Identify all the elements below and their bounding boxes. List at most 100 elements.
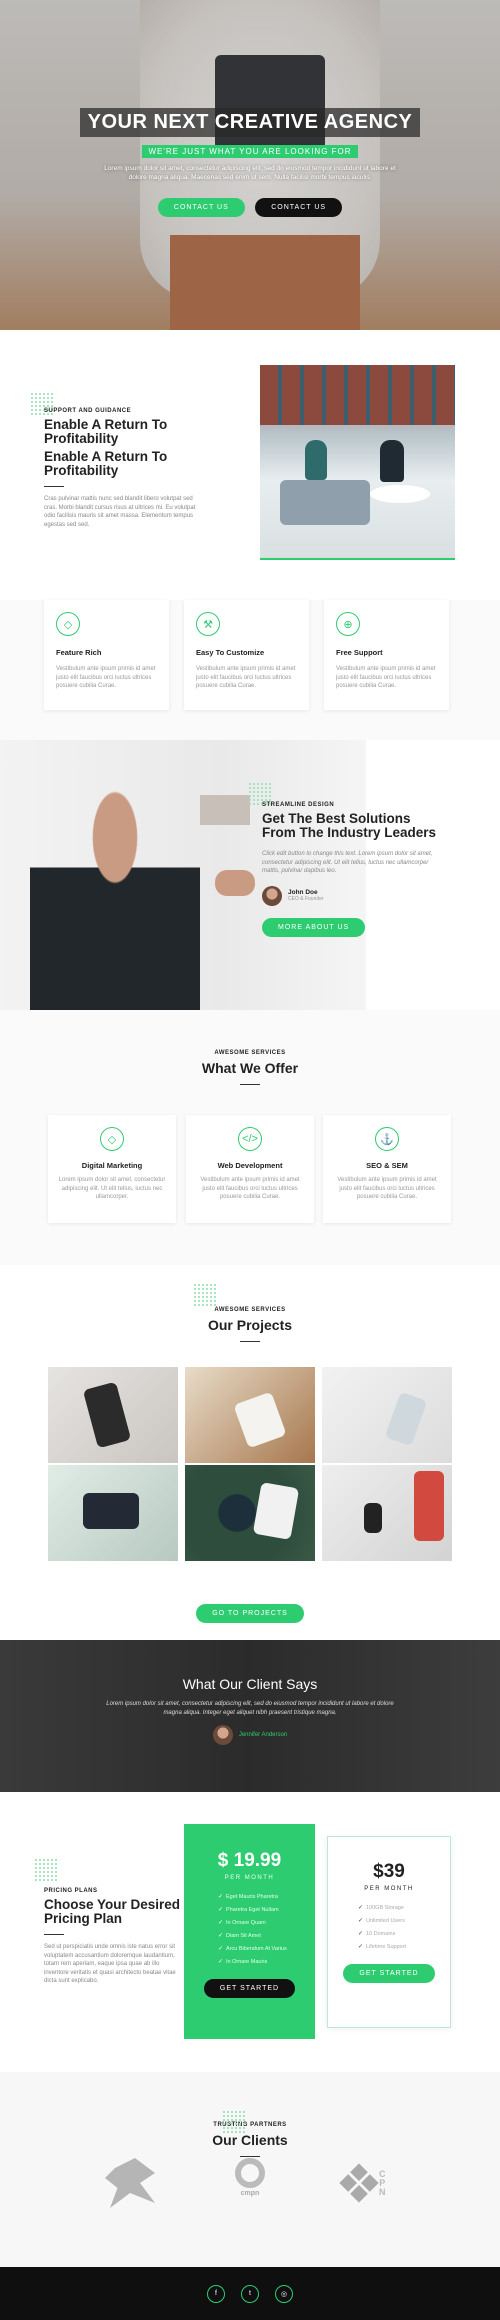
plan-period: PER MONTH (364, 1886, 414, 1892)
service-card: ⚓ SEO & SEM Vestibulum ante ipsum primis… (323, 1115, 451, 1223)
divider (44, 1934, 64, 1935)
projects-kicker: AWESOME SERVICES (214, 1307, 286, 1313)
check-icon: ✓ (218, 1946, 224, 1952)
hero-description: Lorem ipsum dolor sit amet, consectetur … (104, 165, 396, 181)
services-section: AWESOME SERVICES What We Offer ◇ Digital… (0, 1010, 500, 1265)
feature-title: Easy To Customize (196, 648, 265, 657)
check-icon: ✓ (218, 1959, 224, 1965)
clients-kicker: TRUSTING PARTNERS (213, 2122, 287, 2128)
get-started-button[interactable]: GET STARTED (203, 1979, 296, 1998)
author-name: John Doe (288, 889, 318, 896)
features-section: ◇ Feature Rich Vestibulum ante ipsum pri… (0, 600, 500, 740)
check-icon: ✓ (358, 1918, 364, 1924)
anchor-icon: ⚓ (375, 1127, 399, 1151)
pricing-section: PRICING PLANS Choose Your Desired Pricin… (0, 1792, 500, 2072)
pricing-plan: $39 PER MONTH ✓ 100GB Storage ✓ Unlimited … (327, 1836, 451, 2028)
feature-title: Feature Rich (56, 648, 102, 657)
about-title-2: Enable A Return To Profitability (44, 449, 168, 478)
hero-content: YOUR NEXT CREATIVE AGENCY WE'RE JUST WHA… (0, 108, 500, 217)
feature-body: Vestibulum ante ipsum primis id amet jus… (336, 666, 436, 689)
diamond-icon: ◇ (100, 1127, 124, 1151)
plan-feature: ✓ Pharetra Eget Nullam (218, 1904, 315, 1917)
client-logos: cmpn C P N (0, 2158, 500, 2208)
feature-card: ⊕ Free Support Vestibulum ante ipsum pri… (324, 600, 449, 710)
divider (240, 1084, 260, 1085)
project-image-desk[interactable] (322, 1367, 452, 1463)
more-about-us-button[interactable]: MORE ABOUT US (262, 917, 366, 937)
feature-body: Vestibulum ante ipsum primis id amet jus… (196, 666, 296, 689)
testimonial-quote: Lorem ipsum dolor sit amet, consectetur … (106, 1701, 394, 1716)
plan-feature: ✓ 10 Domains (358, 1928, 450, 1941)
feature-body: Vestibulum ante ipsum primis id amet jus… (56, 666, 156, 689)
author-role: CEO & Founder (288, 896, 324, 902)
facebook-icon[interactable]: f (207, 2284, 225, 2303)
contact-us-dark-button[interactable]: CONTACT US (255, 198, 343, 217)
testimonial-name: Jennifer Anderson (238, 1732, 288, 1738)
plan-feature: ✓ Arcu Bibendum At Varius (218, 1943, 315, 1956)
pricing-plan-featured: $ 19.99 PER MONTH ✓ Eget Mauris Pharetra … (184, 1824, 315, 2039)
pricing-body: Sed ut perspiciatis unde omnis iste natu… (44, 1944, 176, 1984)
author: John Doe CEO & Founder (262, 885, 442, 906)
diamond-icon: ◇ (56, 612, 80, 636)
feature-card: ◇ Feature Rich Vestibulum ante ipsum pri… (44, 600, 169, 710)
about-title-1: Enable A Return To Profitability (44, 417, 168, 446)
contact-us-button[interactable]: CONTACT US (157, 198, 245, 217)
project-image-notebooks[interactable] (185, 1367, 315, 1463)
plan-price: $ 19.99 (217, 1850, 282, 1871)
pricing-kicker: PRICING PLANS (44, 1888, 98, 1894)
service-title: SEO & SEM (366, 1161, 408, 1170)
footer: f t ◎ (0, 2267, 500, 2320)
client-logo-cpn: C P N (345, 2158, 395, 2208)
service-body: Vestibulum ante ipsum primis id amet jus… (337, 1177, 437, 1200)
twitter-icon[interactable]: t (241, 2284, 259, 2303)
projects-title: Our Projects (207, 1317, 293, 1333)
instagram-icon[interactable]: ◎ (275, 2284, 293, 2303)
divider (44, 486, 64, 487)
hero-subtitle: WE'RE JUST WHAT YOU ARE LOOKING FOR (142, 145, 358, 158)
project-image-laptop[interactable] (48, 1465, 178, 1561)
plan-features: ✓ 100GB Storage ✓ Unlimited Users ✓ 10 Doma… (358, 1902, 450, 1954)
about-section: SUPPORT AND GUIDANCE Enable A Return To … (0, 330, 500, 600)
plan-price: $39 (373, 1861, 405, 1882)
project-image-coffee[interactable] (185, 1465, 315, 1561)
streamline-body: Click edit button to change this text. L… (262, 851, 433, 874)
projects-section: AWESOME SERVICES Our Projects GO TO PROJ… (0, 1265, 500, 1640)
avatar (262, 885, 282, 906)
plan-features: ✓ Eget Mauris Pharetra ✓ Pharetra Eget Nul… (218, 1891, 315, 1969)
plan-feature: ✓ Unlimited Users (358, 1915, 450, 1928)
streamline-title: Get The Best Solutions From The Industry… (262, 811, 437, 840)
check-icon: ✓ (218, 1920, 224, 1926)
clients-title: Our Clients (212, 2132, 288, 2148)
plan-feature: ✓ Eget Mauris Pharetra (218, 1891, 315, 1904)
go-to-projects-button[interactable]: GO TO PROJECTS (196, 1604, 304, 1623)
services-title: What We Offer (201, 1060, 299, 1076)
project-image-poster[interactable] (322, 1465, 452, 1561)
plan-feature: ✓ In Ornare Quam (218, 1917, 315, 1930)
service-card: ◇ Digital Marketing Lorem ipsum dolor si… (48, 1115, 176, 1223)
decor-dots (222, 2110, 246, 2134)
decor-dots (193, 1283, 217, 1307)
check-icon: ✓ (358, 1931, 364, 1937)
plan-period: PER MONTH (224, 1875, 275, 1881)
project-gallery (48, 1367, 452, 1561)
divider (240, 1341, 260, 1342)
client-logo-bird (105, 2158, 155, 2208)
testimonial-title: What Our Client Says (182, 1676, 318, 1692)
about-body: Cras pulvinar mattis nunc sed blandit li… (44, 496, 196, 528)
project-image-phone[interactable] (48, 1367, 178, 1463)
avatar (212, 1725, 233, 1745)
plan-feature: ✓ In Ornare Mauris (218, 1956, 315, 1969)
code-icon: </> (238, 1127, 262, 1151)
globe-icon: ⊕ (336, 612, 360, 636)
service-body: Lorem ipsum dolor sit amet, consectetur … (58, 1177, 166, 1200)
service-title: Web Development (217, 1161, 283, 1170)
service-title: Digital Marketing (81, 1161, 143, 1170)
testimonial-author: Jennifer Anderson (0, 1725, 500, 1745)
plan-feature: ✓ Lifetime Support (358, 1941, 450, 1954)
feature-title: Free Support (336, 648, 383, 657)
get-started-button[interactable]: GET STARTED (343, 1964, 435, 1983)
plan-feature: ✓ 100GB Storage (358, 1902, 450, 1915)
wrench-icon: ⚒ (196, 612, 220, 636)
service-card: </> Web Development Vestibulum ante ipsu… (186, 1115, 314, 1223)
pricing-title: Choose Your Desired Pricing Plan (44, 1897, 181, 1926)
